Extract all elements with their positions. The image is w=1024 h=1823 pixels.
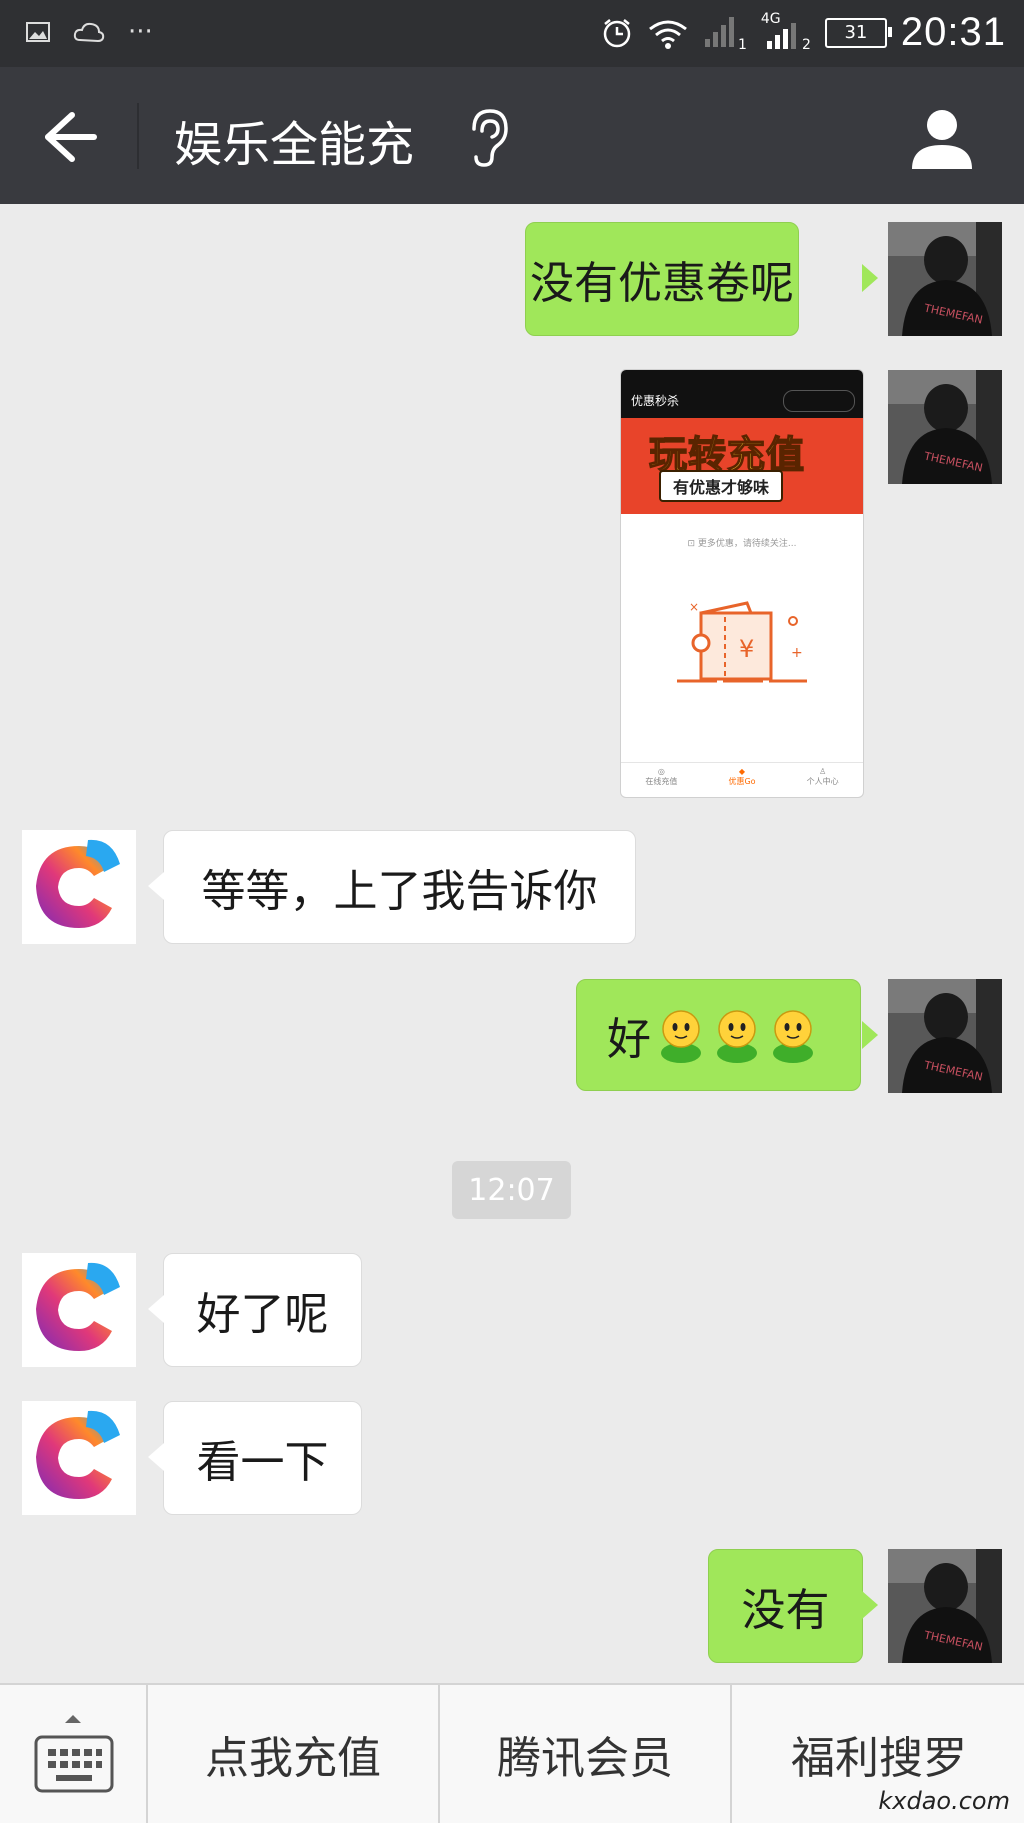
screenshot-tab: ◎ 在线充值 [645,767,678,786]
menu-item-tencent-vip[interactable]: 腾讯会员 [438,1685,730,1823]
weather-icon [73,22,105,43]
wifi-icon [648,20,687,49]
signal-sim1-icon: 1 [703,15,747,53]
message-bubble-sent[interactable]: 好 [576,979,861,1091]
menu-item-recharge[interactable]: 点我充值 [146,1685,438,1823]
clock: 20:31 [900,10,1006,54]
bubble-tail [148,1443,164,1471]
signal-sim2-icon: 4G 2 [761,11,811,53]
bot-avatar[interactable] [22,1401,136,1515]
screenshot-tab: ♙ 个人中心 [806,767,839,786]
bubble-tail [148,1295,164,1323]
bottom-menu-bar: 点我充值 腾讯会员 福利搜罗 [0,1683,1024,1823]
screenshot-menu-capsule [783,390,855,412]
bubble-tail [862,1591,878,1619]
message-bubble-sent[interactable]: 没有 [708,1549,863,1663]
svg-text:×: × [689,600,699,614]
user-avatar[interactable]: THEMEFAN [888,370,1002,484]
user-avatar[interactable]: THEMEFAN [888,979,1002,1093]
battery-level: 31 [844,22,868,43]
sim1-label: 1 [737,36,747,53]
bot-avatar[interactable] [22,1253,136,1367]
message-timestamp: 12:07 [452,1161,571,1219]
profile-icon[interactable] [910,107,974,169]
watermark: kxdao.com [878,1787,1010,1815]
screenshot-page-title: 优惠秒杀 [631,393,680,408]
emoji-icon [773,1010,813,1063]
user-avatar[interactable]: THEMEFAN [888,1549,1002,1663]
gift-icon: ⊡ [687,539,698,549]
message-text: 好 [607,1014,651,1065]
screenshot-status-bar [621,370,863,382]
message-text: 看一下 [196,1437,329,1488]
more-icon: ··· [128,17,153,47]
back-arrow-icon[interactable] [40,109,100,165]
screenshot-tab-active: ◆ 优惠Go [728,767,756,786]
svg-text:+: + [791,645,803,661]
screenshot-tab-bar: ◎ 在线充值 ◆ 优惠Go ♙ 个人中心 [621,762,863,797]
message-text: 没有 [741,1585,830,1636]
user-avatar[interactable]: THEMEFAN [888,222,1002,336]
message-text: 等等，上了我告诉你 [201,866,598,917]
bubble-tail [862,1021,878,1049]
status-bar: ··· 1 4G 2 31 20:31 [0,0,1024,67]
screenshot-title-bar: 优惠秒杀 [621,382,863,418]
notification-icons: ··· [26,17,153,47]
banner-subtitle: 有优惠才够味 [659,470,784,502]
svg-text:¥: ¥ [739,635,754,663]
screenshot-banner: 玩转充值 有优惠才够味 [621,418,863,514]
shared-screenshot-image[interactable]: 优惠秒杀 玩转充值 有优惠才够味 ⊡ 更多优惠，请待续关注... ¥ × + ◎… [620,369,864,798]
message-bubble-sent[interactable]: 没有优惠卷呢 [525,222,799,336]
gallery-icon [26,22,50,42]
message-bubble-received[interactable]: 好了呢 [163,1253,362,1367]
emoji-icon [717,1010,757,1063]
keyboard-toggle-button[interactable] [0,1685,146,1823]
empty-coupon-icon: ¥ × + [677,600,807,683]
message-text: 没有优惠卷呢 [530,258,794,309]
keyboard-icon [34,1735,114,1793]
message-bubble-received[interactable]: 看一下 [163,1401,362,1515]
chevron-up-icon [65,1715,81,1723]
message-text: 好了呢 [196,1289,329,1340]
alarm-icon [603,18,631,47]
bubble-tail [862,264,878,292]
header-divider [137,103,139,169]
emoji-icon [661,1010,701,1063]
chat-header: 娱乐全能充 [0,67,1024,204]
bot-avatar[interactable] [22,830,136,944]
message-bubble-received[interactable]: 等等，上了我告诉你 [163,830,636,944]
bubble-tail [148,872,164,900]
screenshot-notice: ⊡ 更多优惠，请待续关注... [687,539,797,549]
battery-icon: 31 [824,17,892,48]
sim2-label: 2 [801,36,811,53]
chat-title: 娱乐全能充 [174,117,415,173]
earpiece-mode-icon [472,109,508,167]
